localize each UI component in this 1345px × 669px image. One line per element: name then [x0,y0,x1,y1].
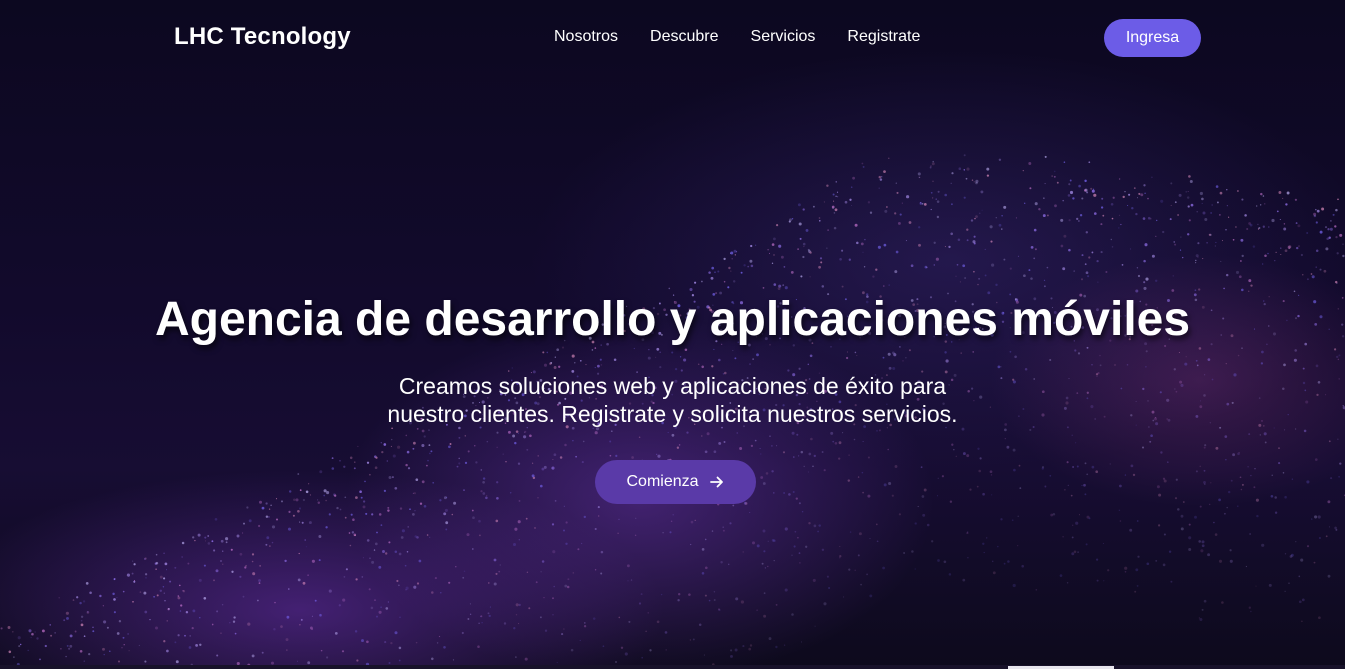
start-button[interactable]: Comienza [595,460,756,504]
hero-section: LHC Tecnology Nosotros Descubre Servicio… [0,0,1345,669]
top-navbar: LHC Tecnology Nosotros Descubre Servicio… [0,0,1345,76]
arrow-right-icon [709,474,725,490]
brand-logo[interactable]: LHC Tecnology [174,23,351,51]
start-button-label: Comienza [626,473,699,490]
nav-menu: Nosotros Descubre Servicios Registrate [538,28,936,46]
nav-link-descubre[interactable]: Descubre [634,28,734,46]
hero-title: Agencia de desarrollo y aplicaciones móv… [154,293,1191,346]
hero-subtitle: Creamos soluciones web y aplicaciones de… [387,373,958,427]
bottom-divider [0,665,1345,669]
login-button[interactable]: Ingresa [1104,19,1201,57]
nav-link-nosotros[interactable]: Nosotros [538,28,634,46]
nav-link-servicios[interactable]: Servicios [735,28,832,46]
nav-link-registrate[interactable]: Registrate [831,28,936,46]
